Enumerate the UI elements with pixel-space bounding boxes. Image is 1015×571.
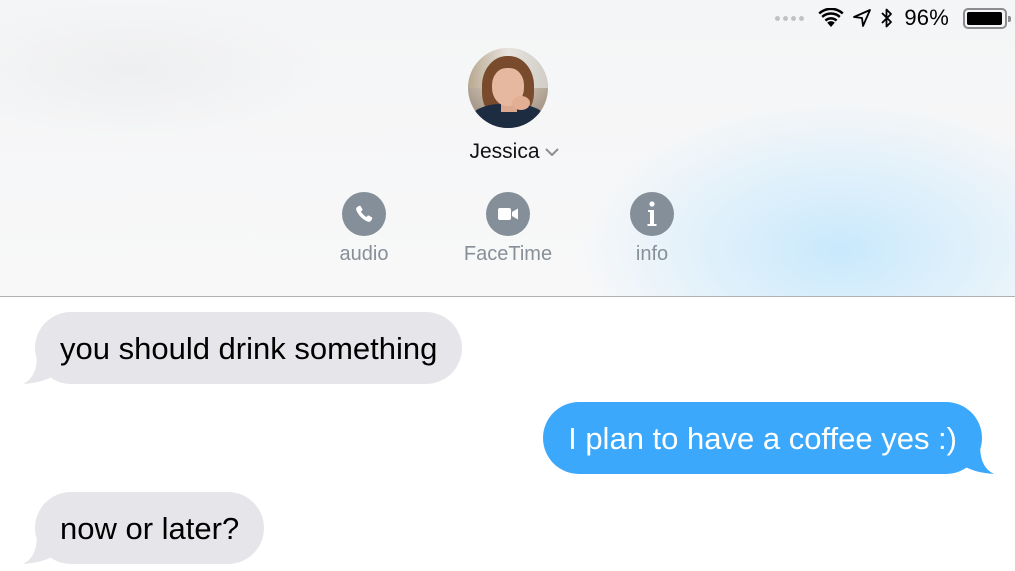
phone-icon — [342, 192, 386, 236]
facetime-label: FaceTime — [463, 243, 553, 265]
conversation-header: 96% Jessica audio FaceTime info — [0, 0, 1015, 297]
battery-percentage: 96% — [904, 5, 949, 30]
message-incoming[interactable]: you should drink something — [23, 312, 463, 384]
battery-icon — [963, 7, 1011, 29]
contact-avatar[interactable] — [468, 48, 548, 128]
message-text: you should drink something — [60, 330, 438, 366]
contact-name-button[interactable]: Jessica — [455, 140, 559, 164]
contact-name: Jessica — [469, 140, 540, 163]
facetime-button[interactable]: FaceTime — [448, 192, 568, 266]
bluetooth-icon — [880, 7, 894, 29]
cellular-signal-icon — [775, 15, 805, 21]
audio-label: audio — [339, 243, 389, 265]
message-outgoing[interactable]: I plan to have a coffee yes :) — [543, 402, 994, 474]
status-bar: 96% — [775, 4, 1011, 32]
video-camera-icon — [486, 192, 530, 236]
message-text: now or later? — [60, 510, 240, 546]
wifi-icon — [818, 8, 844, 28]
location-arrow-icon — [852, 8, 872, 28]
info-button[interactable]: info — [592, 192, 712, 266]
message-text: I plan to have a coffee yes :) — [568, 420, 957, 456]
message-incoming[interactable]: now or later? — [23, 492, 265, 564]
info-label: info — [635, 243, 669, 265]
info-icon — [630, 192, 674, 236]
audio-call-button[interactable]: audio — [304, 192, 424, 266]
chevron-down-icon — [544, 146, 560, 158]
battery-level-fill — [967, 11, 1002, 25]
